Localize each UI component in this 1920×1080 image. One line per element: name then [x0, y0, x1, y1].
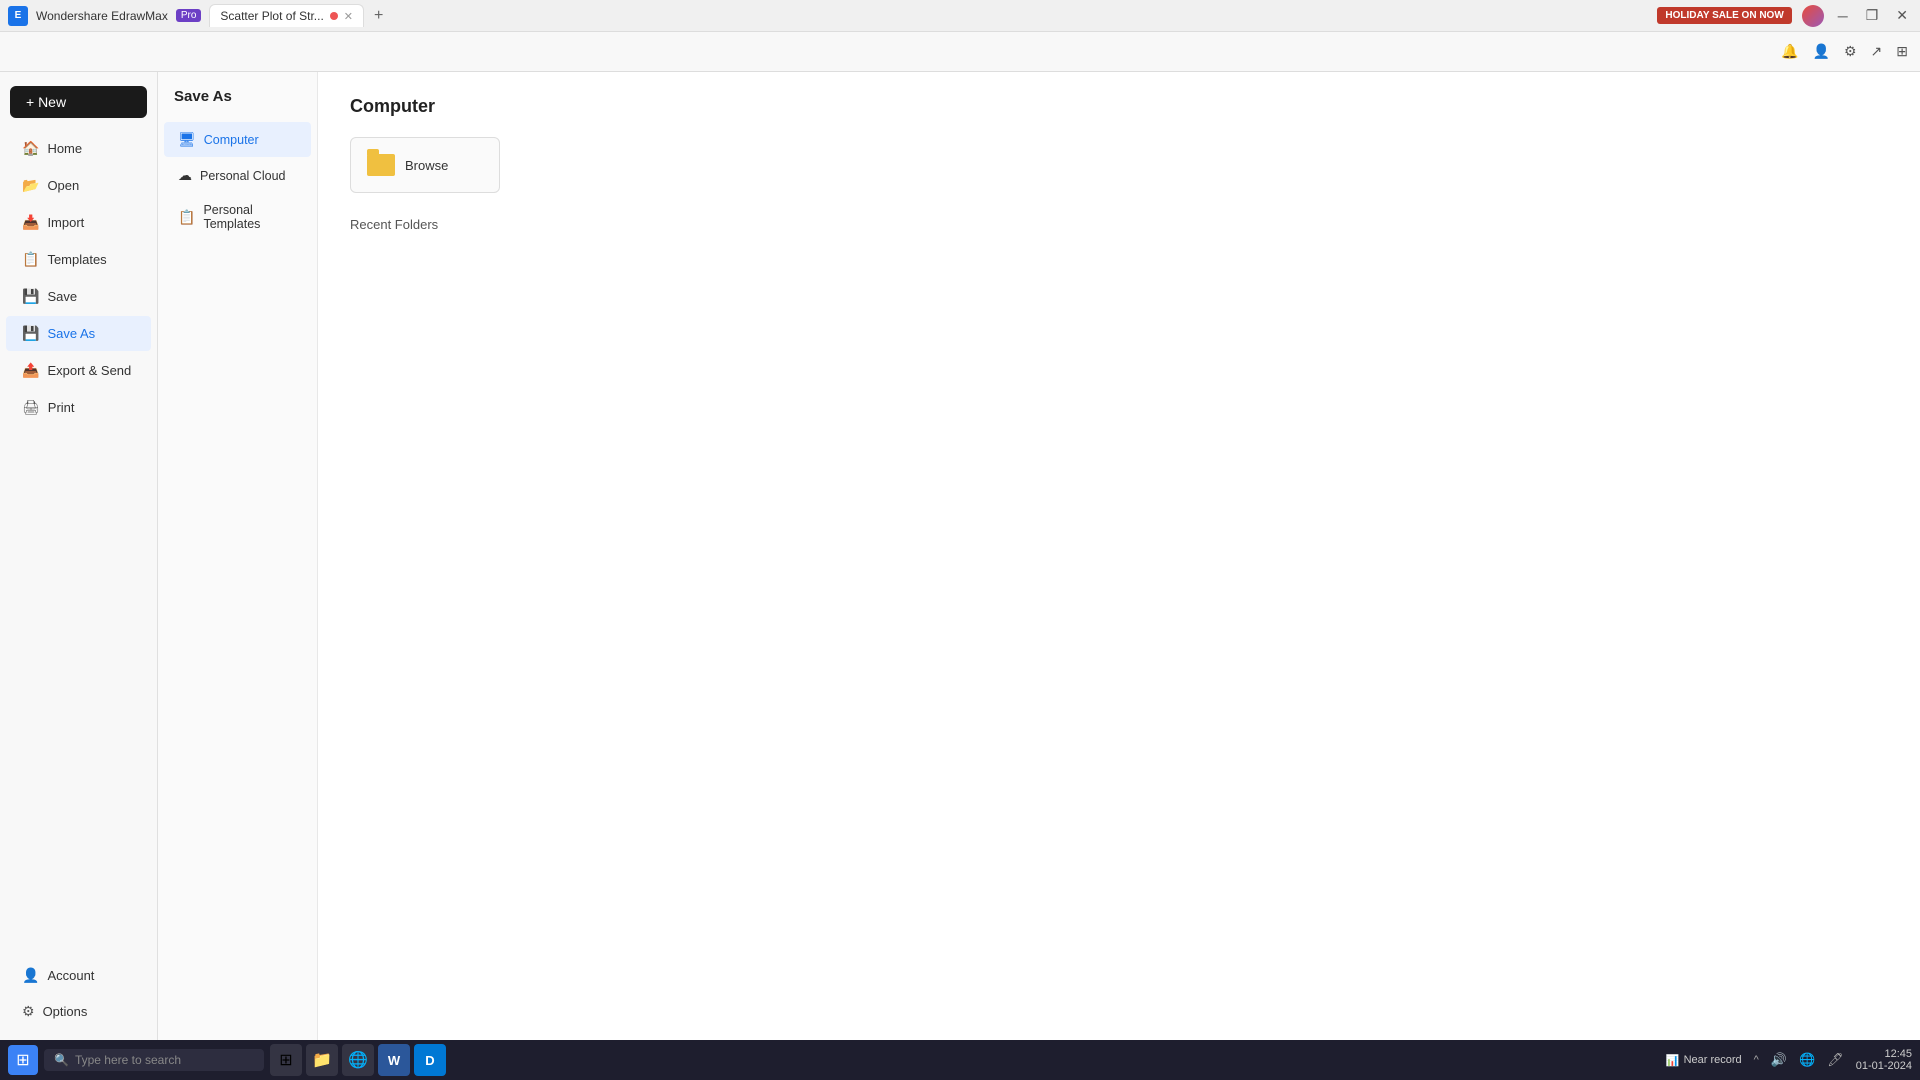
panel-item-personal-templates[interactable]: 📋 Personal Templates	[164, 194, 311, 240]
user-circle-icon-button[interactable]: 👤	[1809, 39, 1834, 64]
sidebar-item-account-label: Account	[47, 968, 94, 983]
browse-card[interactable]: Browse	[350, 137, 500, 193]
network-icon[interactable]: 🌐	[1795, 1048, 1819, 1072]
taskbar-app-chrome[interactable]: 🌐	[342, 1044, 374, 1076]
sidebar-item-save-label: Save	[47, 289, 77, 304]
panel-item-cloud-label: Personal Cloud	[200, 169, 285, 183]
taskbar-app-task-view[interactable]: ⊞	[270, 1044, 302, 1076]
sidebar-item-options[interactable]: ⚙ Options	[6, 994, 151, 1029]
sidebar-item-print[interactable]: 🖨 Print	[6, 390, 151, 425]
open-icon: 📂	[22, 177, 39, 194]
panel-item-computer[interactable]: 🖥 Computer	[164, 122, 311, 157]
sidebar-item-export-label: Export & Send	[47, 363, 131, 378]
main-panel-title: Computer	[350, 96, 1888, 117]
panel-item-templates-label: Personal Templates	[203, 203, 297, 231]
titlebar-left: E Wondershare EdrawMax Pro Scatter Plot …	[8, 4, 1657, 27]
sidebar-item-export-send[interactable]: 📤 Export & Send	[6, 353, 151, 388]
tab-modified-dot	[330, 12, 338, 20]
taskbar-app-word[interactable]: W	[378, 1044, 410, 1076]
computer-icon: 🖥	[178, 131, 196, 148]
tab-close-icon[interactable]: ✕	[344, 10, 353, 23]
view-icon-button[interactable]: ⊞	[1892, 39, 1912, 64]
clock-date: 01-01-2024	[1856, 1060, 1912, 1072]
sidebar: + New 🏠 Home 📂 Open 📥 Import 📋 Templates…	[0, 72, 158, 1040]
toolbar-icons: 🔔 👤 ⚙ ↗ ⊞	[1777, 39, 1912, 64]
settings-icon-button[interactable]: ⚙	[1840, 39, 1861, 64]
weather-icon: 📊	[1666, 1054, 1680, 1067]
sidebar-item-save-as[interactable]: 💾 Save As	[6, 316, 151, 351]
sidebar-item-templates[interactable]: 📋 Templates	[6, 242, 151, 277]
toolbar: 🔔 👤 ⚙ ↗ ⊞	[0, 32, 1920, 72]
second-panel: Save As 🖥 Computer ☁ Personal Cloud 📋 Pe…	[158, 72, 318, 1040]
sidebar-item-save-as-label: Save As	[47, 326, 95, 341]
options-icon: ⚙	[22, 1003, 35, 1020]
sys-icons: ^ 🔊 🌐 🖊	[1750, 1048, 1848, 1072]
sidebar-item-import[interactable]: 📥 Import	[6, 205, 151, 240]
sidebar-item-options-label: Options	[43, 1004, 88, 1019]
taskbar-app-file-explorer[interactable]: 📁	[306, 1044, 338, 1076]
export-icon: 📤	[22, 362, 39, 379]
taskbar: ⊞ 🔍 ⊞ 📁 🌐 W D 📊 Near record ^ 🔊 🌐 🖊 12:4…	[0, 1040, 1920, 1080]
content-area: Save As 🖥 Computer ☁ Personal Cloud 📋 Pe…	[158, 72, 1920, 1040]
sidebar-item-import-label: Import	[47, 215, 84, 230]
import-icon: 📥	[22, 214, 39, 231]
sidebar-item-home-label: Home	[47, 141, 82, 156]
new-button[interactable]: + New	[10, 86, 147, 118]
pro-badge: Pro	[176, 9, 202, 22]
save-as-icon: 💾	[22, 325, 39, 342]
sidebar-bottom: 👤 Account ⚙ Options	[0, 957, 157, 1040]
taskbar-search[interactable]: 🔍	[44, 1049, 264, 1071]
titlebar: E Wondershare EdrawMax Pro Scatter Plot …	[0, 0, 1920, 32]
sidebar-item-home[interactable]: 🏠 Home	[6, 131, 151, 166]
sidebar-item-account[interactable]: 👤 Account	[6, 958, 151, 993]
main-panel: Computer Browse Recent Folders	[318, 72, 1920, 1040]
near-record-label: Near record	[1684, 1054, 1742, 1066]
second-panel-title: Save As	[158, 88, 317, 121]
minimize-button[interactable]: ─	[1834, 6, 1852, 26]
folder-icon	[367, 154, 395, 176]
pen-icon[interactable]: 🖊	[1823, 1048, 1848, 1072]
sidebar-item-open[interactable]: 📂 Open	[6, 168, 151, 203]
titlebar-right: HOLIDAY SALE ON NOW ─ ❐ ✕	[1657, 5, 1912, 27]
clock-time: 12:45	[1856, 1048, 1912, 1060]
current-tab[interactable]: Scatter Plot of Str... ✕	[209, 4, 364, 27]
share-icon-button[interactable]: ↗	[1867, 39, 1887, 64]
print-icon: 🖨	[22, 399, 40, 416]
restore-button[interactable]: ❐	[1862, 5, 1883, 26]
tab-title: Scatter Plot of Str...	[220, 9, 323, 23]
search-icon: 🔍	[54, 1053, 69, 1067]
sidebar-item-templates-label: Templates	[47, 252, 106, 267]
sidebar-item-save[interactable]: 💾 Save	[6, 279, 151, 314]
templates-icon: 📋	[22, 251, 39, 268]
cloud-icon: ☁	[178, 167, 192, 184]
taskbar-app-extra[interactable]: D	[414, 1044, 446, 1076]
panel-item-computer-label: Computer	[204, 133, 259, 147]
start-button[interactable]: ⊞	[8, 1045, 38, 1075]
add-tab-button[interactable]: +	[368, 5, 389, 27]
personal-templates-icon: 📋	[178, 209, 195, 226]
taskbar-right: 📊 Near record ^ 🔊 🌐 🖊 12:45 01-01-2024	[1666, 1048, 1912, 1072]
volume-icon[interactable]: 🔊	[1767, 1048, 1791, 1072]
app-name: Wondershare EdrawMax	[36, 9, 168, 23]
home-icon: 🏠	[22, 140, 39, 157]
panel-item-personal-cloud[interactable]: ☁ Personal Cloud	[164, 158, 311, 193]
sidebar-item-print-label: Print	[48, 400, 75, 415]
close-button[interactable]: ✕	[1892, 5, 1912, 26]
account-icon: 👤	[22, 967, 39, 984]
chevron-up-icon[interactable]: ^	[1750, 1050, 1763, 1070]
save-icon: 💾	[22, 288, 39, 305]
sidebar-item-open-label: Open	[47, 178, 79, 193]
holiday-badge[interactable]: HOLIDAY SALE ON NOW	[1657, 7, 1791, 24]
bell-icon-button[interactable]: 🔔	[1777, 39, 1802, 64]
tab-bar: Scatter Plot of Str... ✕ +	[209, 4, 389, 27]
recent-folders-label: Recent Folders	[350, 217, 1888, 232]
app-logo: E	[8, 6, 28, 26]
browse-label: Browse	[405, 158, 448, 173]
time-display: 12:45 01-01-2024	[1856, 1048, 1912, 1072]
taskbar-apps: ⊞ 📁 🌐 W D	[270, 1044, 1660, 1076]
search-input[interactable]	[75, 1053, 254, 1067]
avatar[interactable]	[1802, 5, 1824, 27]
weather-widget: 📊 Near record	[1666, 1054, 1742, 1067]
